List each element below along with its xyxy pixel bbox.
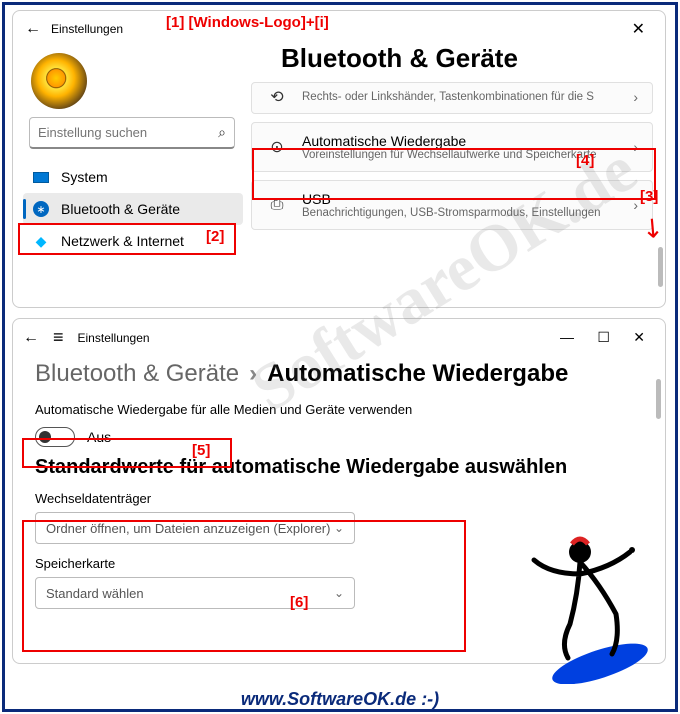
sidebar-item-bluetooth[interactable]: ∗ Bluetooth & Geräte (23, 193, 243, 225)
scrollbar[interactable] (658, 247, 663, 287)
chevron-right-icon: › (249, 360, 257, 388)
search-input[interactable]: ⌕ (29, 117, 235, 149)
section-description: Automatische Wiedergabe für alle Medien … (13, 398, 665, 425)
breadcrumb-parent[interactable]: Bluetooth & Geräte (35, 360, 239, 388)
annotation-6: [6] (290, 594, 308, 611)
breadcrumb: Bluetooth & Geräte › Automatische Wieder… (13, 356, 665, 398)
search-field[interactable] (38, 125, 218, 140)
menu-button[interactable]: ≡ (53, 327, 64, 348)
close-button[interactable]: ✕ (623, 329, 655, 346)
back-button[interactable]: ← (25, 20, 41, 38)
chevron-right-icon: › (633, 89, 638, 105)
card-subtitle: Rechts- oder Linkshänder, Tastenkombinat… (302, 91, 619, 103)
mouse-icon: ⟲ (266, 87, 288, 107)
window-title: Einstellungen (51, 22, 123, 36)
annotation-1: [1] [Windows-Logo]+[i] (166, 14, 329, 31)
back-button[interactable]: ← (23, 329, 39, 347)
scrollbar[interactable] (656, 379, 661, 419)
system-icon (33, 169, 49, 185)
page-title: Bluetooth & Geräte (281, 43, 653, 74)
maximize-button[interactable]: ☐ (587, 329, 620, 346)
window-controls: — ☐ ✕ (550, 329, 655, 346)
titlebar: ← ≡ Einstellungen — ☐ ✕ (13, 319, 665, 356)
card-prev-partial[interactable]: ⟲ Rechts- oder Linkshänder, Tastenkombin… (251, 82, 653, 114)
sidebar-item-label: Bluetooth & Geräte (61, 201, 180, 217)
annotation-2: [2] (206, 228, 224, 245)
footer-url: www.SoftwareOK.de :-) (0, 689, 680, 710)
field-label-removable: Wechseldatenträger (13, 487, 665, 510)
breadcrumb-current: Automatische Wiedergabe (267, 360, 568, 388)
card-title: Automatische Wiedergabe (302, 133, 619, 149)
annotation-4: [4] (576, 152, 594, 169)
annotation-box-2 (18, 223, 236, 255)
sidebar-item-label: System (61, 169, 108, 185)
window-title: Einstellungen (78, 331, 150, 345)
annotation-5: [5] (192, 442, 210, 459)
titlebar: ← Einstellungen ✕ (13, 11, 665, 47)
user-avatar[interactable] (31, 53, 87, 109)
annotation-box-4 (252, 148, 656, 200)
close-button[interactable]: ✕ (624, 19, 653, 39)
sidebar-item-system[interactable]: System (23, 161, 243, 193)
search-icon: ⌕ (218, 124, 226, 141)
annotation-box-6 (22, 520, 466, 652)
bluetooth-icon: ∗ (33, 201, 49, 217)
card-subtitle: Benachrichtigungen, USB-Stromsparmodus, … (302, 207, 619, 219)
minimize-button[interactable]: — (550, 329, 584, 345)
